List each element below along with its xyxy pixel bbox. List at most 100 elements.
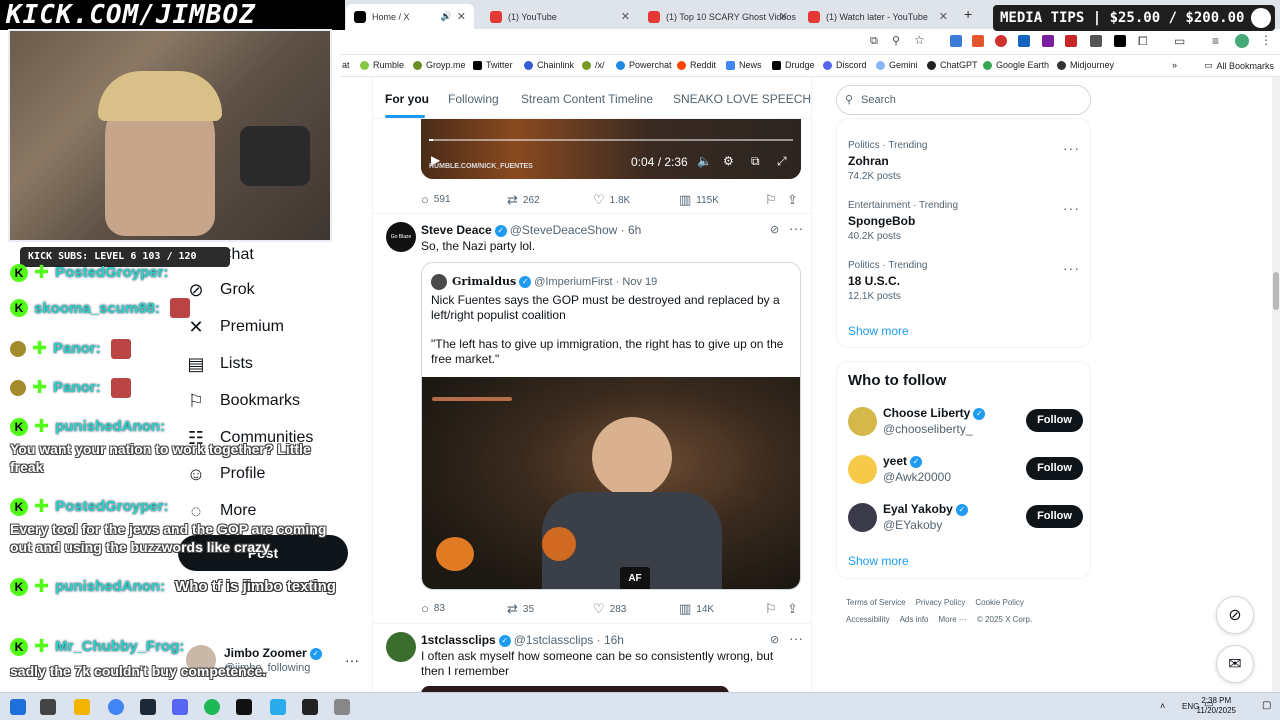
close-icon[interactable]: ✕ xyxy=(779,10,788,23)
more-dots-icon[interactable]: ··· xyxy=(1063,200,1080,216)
extension-icon[interactable] xyxy=(1065,35,1077,47)
windows-start-icon[interactable] xyxy=(10,699,26,715)
tab-stream-content[interactable]: Stream Content Timeline xyxy=(521,92,653,106)
quote-video-image[interactable]: AF xyxy=(422,377,800,589)
system-clock[interactable]: 2:38 PM 11/20/2025 xyxy=(1197,696,1236,716)
quoted-tweet[interactable]: Grimaldus ✓ @ImperiumFirst · Nov 19 Nick F… xyxy=(421,262,801,590)
extension-icon[interactable] xyxy=(1018,35,1030,47)
bookmark-item[interactable]: Groyp.me xyxy=(413,60,466,70)
bookmark-item[interactable]: Rumble xyxy=(360,60,404,70)
show-more-link[interactable]: Show more xyxy=(848,324,909,338)
steam-icon[interactable] xyxy=(140,699,156,715)
tab-home-x[interactable]: Home / X 🔊 ✕ xyxy=(346,4,474,29)
repost-button[interactable]: ⇄ 35 xyxy=(507,601,534,617)
bookmark-item[interactable]: Discord xyxy=(823,60,867,70)
tab-youtube[interactable]: (1) YouTube ✕ xyxy=(482,4,638,29)
bookmark-item[interactable]: at xyxy=(342,60,350,70)
share-button[interactable]: ⇪ xyxy=(787,192,803,208)
task-view-icon[interactable] xyxy=(40,699,56,715)
extension-icon[interactable] xyxy=(950,35,962,47)
speaker-icon[interactable]: 🔊 xyxy=(441,11,452,22)
messages-fab-button[interactable]: ✉ xyxy=(1216,645,1254,683)
follow-suggestion[interactable]: Choose Liberty ✓ @chooseliberty_ Follow xyxy=(848,406,1083,440)
views-button[interactable]: ▥ 115K xyxy=(679,192,719,208)
scrollbar-track[interactable] xyxy=(1272,77,1280,692)
extension-icon[interactable] xyxy=(995,35,1007,47)
bookmark-button[interactable]: ⚐ xyxy=(765,601,782,617)
scrollbar-thumb[interactable] xyxy=(1273,272,1279,310)
app-icon[interactable] xyxy=(236,699,252,715)
extension-icon[interactable] xyxy=(1042,35,1054,47)
extension-icon[interactable] xyxy=(972,35,984,47)
new-tab-icon[interactable]: + xyxy=(964,6,972,22)
bookmark-item[interactable]: Powerchat xyxy=(616,60,672,70)
app-icon[interactable] xyxy=(302,699,318,715)
grok-fab-button[interactable]: ⊘ xyxy=(1216,596,1254,634)
repost-button[interactable]: ⇄ 262 xyxy=(507,192,540,208)
bookmark-item[interactable]: /x/ xyxy=(582,60,605,70)
discord-icon[interactable] xyxy=(172,699,188,715)
bookmark-item[interactable]: Google Earth xyxy=(983,60,1049,70)
bookmark-item[interactable]: Gemini xyxy=(876,60,918,70)
tweet-avatar[interactable] xyxy=(386,632,416,662)
profile-avatar[interactable] xyxy=(1235,34,1249,48)
follow-button[interactable]: Follow xyxy=(1026,409,1083,432)
file-explorer-icon[interactable] xyxy=(74,699,90,715)
views-button[interactable]: ▥ 14K xyxy=(679,601,714,617)
video-progress-track[interactable] xyxy=(429,139,793,141)
fullscreen-icon[interactable]: ⤢ xyxy=(777,154,787,169)
close-icon[interactable]: ✕ xyxy=(457,10,466,23)
telegram-icon[interactable] xyxy=(270,699,286,715)
footer-link[interactable]: More ··· xyxy=(938,615,966,624)
close-icon[interactable]: ✕ xyxy=(939,10,948,23)
footer-link[interactable]: Privacy Policy xyxy=(916,598,966,607)
volume-icon[interactable]: 🔈 xyxy=(697,154,712,168)
x-extension-icon[interactable] xyxy=(1114,35,1126,47)
pip-icon[interactable]: ⧉ xyxy=(751,154,760,169)
extension-icon[interactable] xyxy=(1090,35,1102,47)
all-bookmarks[interactable]: ▭ All Bookmarks xyxy=(1204,60,1274,71)
settings-gear-icon[interactable]: ⚙ xyxy=(723,154,734,168)
zoom-icon[interactable]: ⚲ xyxy=(892,34,900,47)
footer-link[interactable]: Accessibility xyxy=(846,615,890,624)
follow-suggestion[interactable]: Eyal Yakoby ✓ @EYakoby Follow xyxy=(848,502,1083,536)
trend-item[interactable]: Politics · Trending Zohran 74.2K posts ·… xyxy=(848,140,1083,182)
more-dots-icon[interactable]: ··· xyxy=(1063,140,1080,156)
bookmark-item[interactable]: Drudge xyxy=(772,60,815,70)
footer-link[interactable]: Terms of Service xyxy=(846,598,906,607)
search-input[interactable]: ⚲ Search xyxy=(836,85,1091,115)
tweet-avatar[interactable]: Go Blaze xyxy=(386,222,416,252)
bookmark-item[interactable]: Chainlink xyxy=(524,60,574,70)
app-icon[interactable] xyxy=(334,699,350,715)
close-icon[interactable]: ✕ xyxy=(621,10,630,23)
chrome-icon[interactable] xyxy=(108,699,124,715)
notification-icon[interactable]: ▢ xyxy=(1262,700,1271,711)
tab-watch-later[interactable]: (1) Watch later - YouTube ✕ xyxy=(800,4,956,29)
more-dots-icon[interactable]: ··· xyxy=(1063,260,1080,276)
reply-button[interactable]: ○ 83 xyxy=(421,601,445,616)
trend-item[interactable]: Politics · Trending 18 U.S.C. 12.1K post… xyxy=(848,260,1083,302)
bookmark-button[interactable]: ⚐ xyxy=(765,192,782,208)
star-icon[interactable]: ☆ xyxy=(914,33,925,47)
reply-button[interactable]: ○ 591 xyxy=(421,192,451,207)
footer-link[interactable]: Cookie Policy xyxy=(975,598,1023,607)
tab-ghost-videos[interactable]: (1) Top 10 SCARY Ghost Videos ✕ xyxy=(640,4,796,29)
tab-sneako[interactable]: SNEAKO LOVE SPEECH xyxy=(673,92,811,106)
menu-list-icon[interactable]: ≡ xyxy=(1212,34,1219,48)
footer-link[interactable]: Ads info xyxy=(900,615,929,624)
tab-following[interactable]: Following xyxy=(448,92,499,106)
like-button[interactable]: ♡ 283 xyxy=(593,601,626,617)
trend-item[interactable]: Entertainment · Trending SpongeBob 40.2K… xyxy=(848,200,1083,242)
chevron-up-icon[interactable]: ˄ xyxy=(1160,701,1165,711)
grok-icon[interactable]: ⊘ xyxy=(770,223,779,236)
bookmark-item[interactable]: ChatGPT xyxy=(927,60,978,70)
bookmark-item[interactable]: Reddit xyxy=(677,60,716,70)
bookmark-item[interactable]: Midjourney xyxy=(1057,60,1114,70)
follow-button[interactable]: Follow xyxy=(1026,505,1083,528)
follow-button[interactable]: Follow xyxy=(1026,457,1083,480)
kebab-menu-icon[interactable]: ⋮ xyxy=(1260,33,1272,47)
spotify-icon[interactable] xyxy=(204,699,220,715)
bookmarks-overflow[interactable]: » xyxy=(1172,60,1177,70)
share-button[interactable]: ⇪ xyxy=(787,601,803,617)
show-more-link[interactable]: Show more xyxy=(848,554,909,568)
